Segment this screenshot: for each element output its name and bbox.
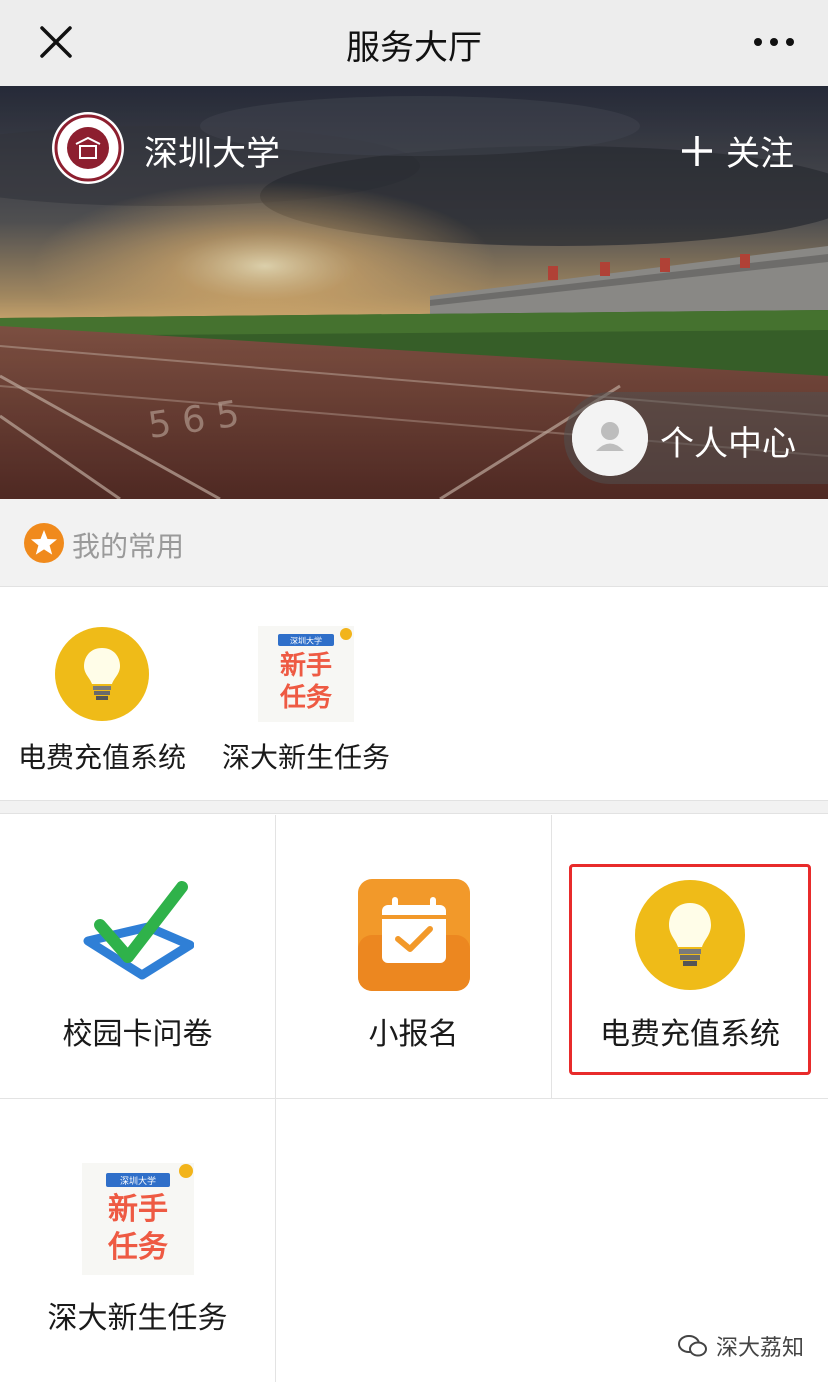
calendar-check-icon: [358, 879, 470, 991]
newbie-task-icon-line1: 新手: [280, 650, 332, 681]
grid-item-label: 深大新生任务: [47, 1301, 228, 1336]
personal-center-label: 个人中心: [660, 424, 796, 464]
section-divider: [0, 800, 828, 814]
banner: 5 6 5 深圳大学 关注 个人中心: [0, 86, 828, 499]
follow-button[interactable]: 关注: [680, 126, 794, 175]
grid-item-label: 电费充值系统: [600, 1017, 780, 1052]
user-avatar-icon: [572, 400, 648, 476]
grid-item-card-survey[interactable]: 校园卡问卷: [0, 815, 276, 1099]
grid-item-electricity[interactable]: 电费充值系统: [552, 815, 828, 1099]
watermark: 深大荔知: [677, 1330, 804, 1362]
favorite-item-label: 深大新生任务: [221, 741, 390, 774]
favorites-row: 电费充值系统 深圳大学 新手 任务 深大新生任务: [0, 588, 828, 800]
page-title: 服务大厅: [346, 28, 482, 68]
checkmark-icon: [83, 881, 194, 980]
personal-center-button[interactable]: 个人中心: [564, 392, 828, 484]
university-logo: [52, 112, 124, 184]
school-name: 深圳大学: [144, 134, 280, 174]
newbie-task-icon: 深圳大学 新手 任务: [82, 1163, 194, 1275]
wechat-icon: [677, 1335, 707, 1357]
grid-item-newbie-task[interactable]: 深圳大学 新手 任务 深大新生任务: [0, 1099, 276, 1382]
newbie-task-icon: 深圳大学 新手 任务: [258, 626, 354, 722]
grid-empty-cell: [276, 1099, 552, 1382]
newbie-task-icon-caption: 深圳大学: [290, 636, 322, 646]
newbie-task-icon-line2: 任务: [107, 1230, 168, 1265]
newbie-task-icon-caption: 深圳大学: [120, 1175, 156, 1187]
favorite-item-newbie-task[interactable]: 深圳大学 新手 任务 深大新生任务: [204, 588, 408, 800]
service-grid: 校园卡问卷 小报名 电费充值系统 深圳大学 新手 任务 深大新生任务: [0, 815, 828, 1382]
watermark-text: 深大荔知: [715, 1336, 804, 1361]
newbie-task-icon-line2: 任务: [279, 683, 332, 713]
favorites-header: 我的常用: [0, 499, 828, 587]
favorite-item-label: 电费充值系统: [17, 741, 186, 774]
plus-icon: [682, 135, 712, 166]
favorite-item-electricity[interactable]: 电费充值系统: [0, 588, 204, 800]
nav-bar: 服务大厅: [0, 0, 828, 86]
grid-item-registration[interactable]: 小报名: [276, 815, 552, 1099]
lightbulb-icon: [55, 627, 149, 721]
newbie-task-icon-line1: 新手: [108, 1192, 168, 1227]
grid-item-label: 校园卡问卷: [62, 1017, 213, 1052]
star-icon: [24, 523, 64, 563]
more-options-icon[interactable]: [750, 24, 798, 60]
follow-label: 关注: [726, 134, 794, 174]
favorites-title: 我的常用: [72, 530, 185, 563]
grid-item-label: 小报名: [368, 1017, 459, 1052]
lightbulb-icon: [635, 880, 745, 990]
